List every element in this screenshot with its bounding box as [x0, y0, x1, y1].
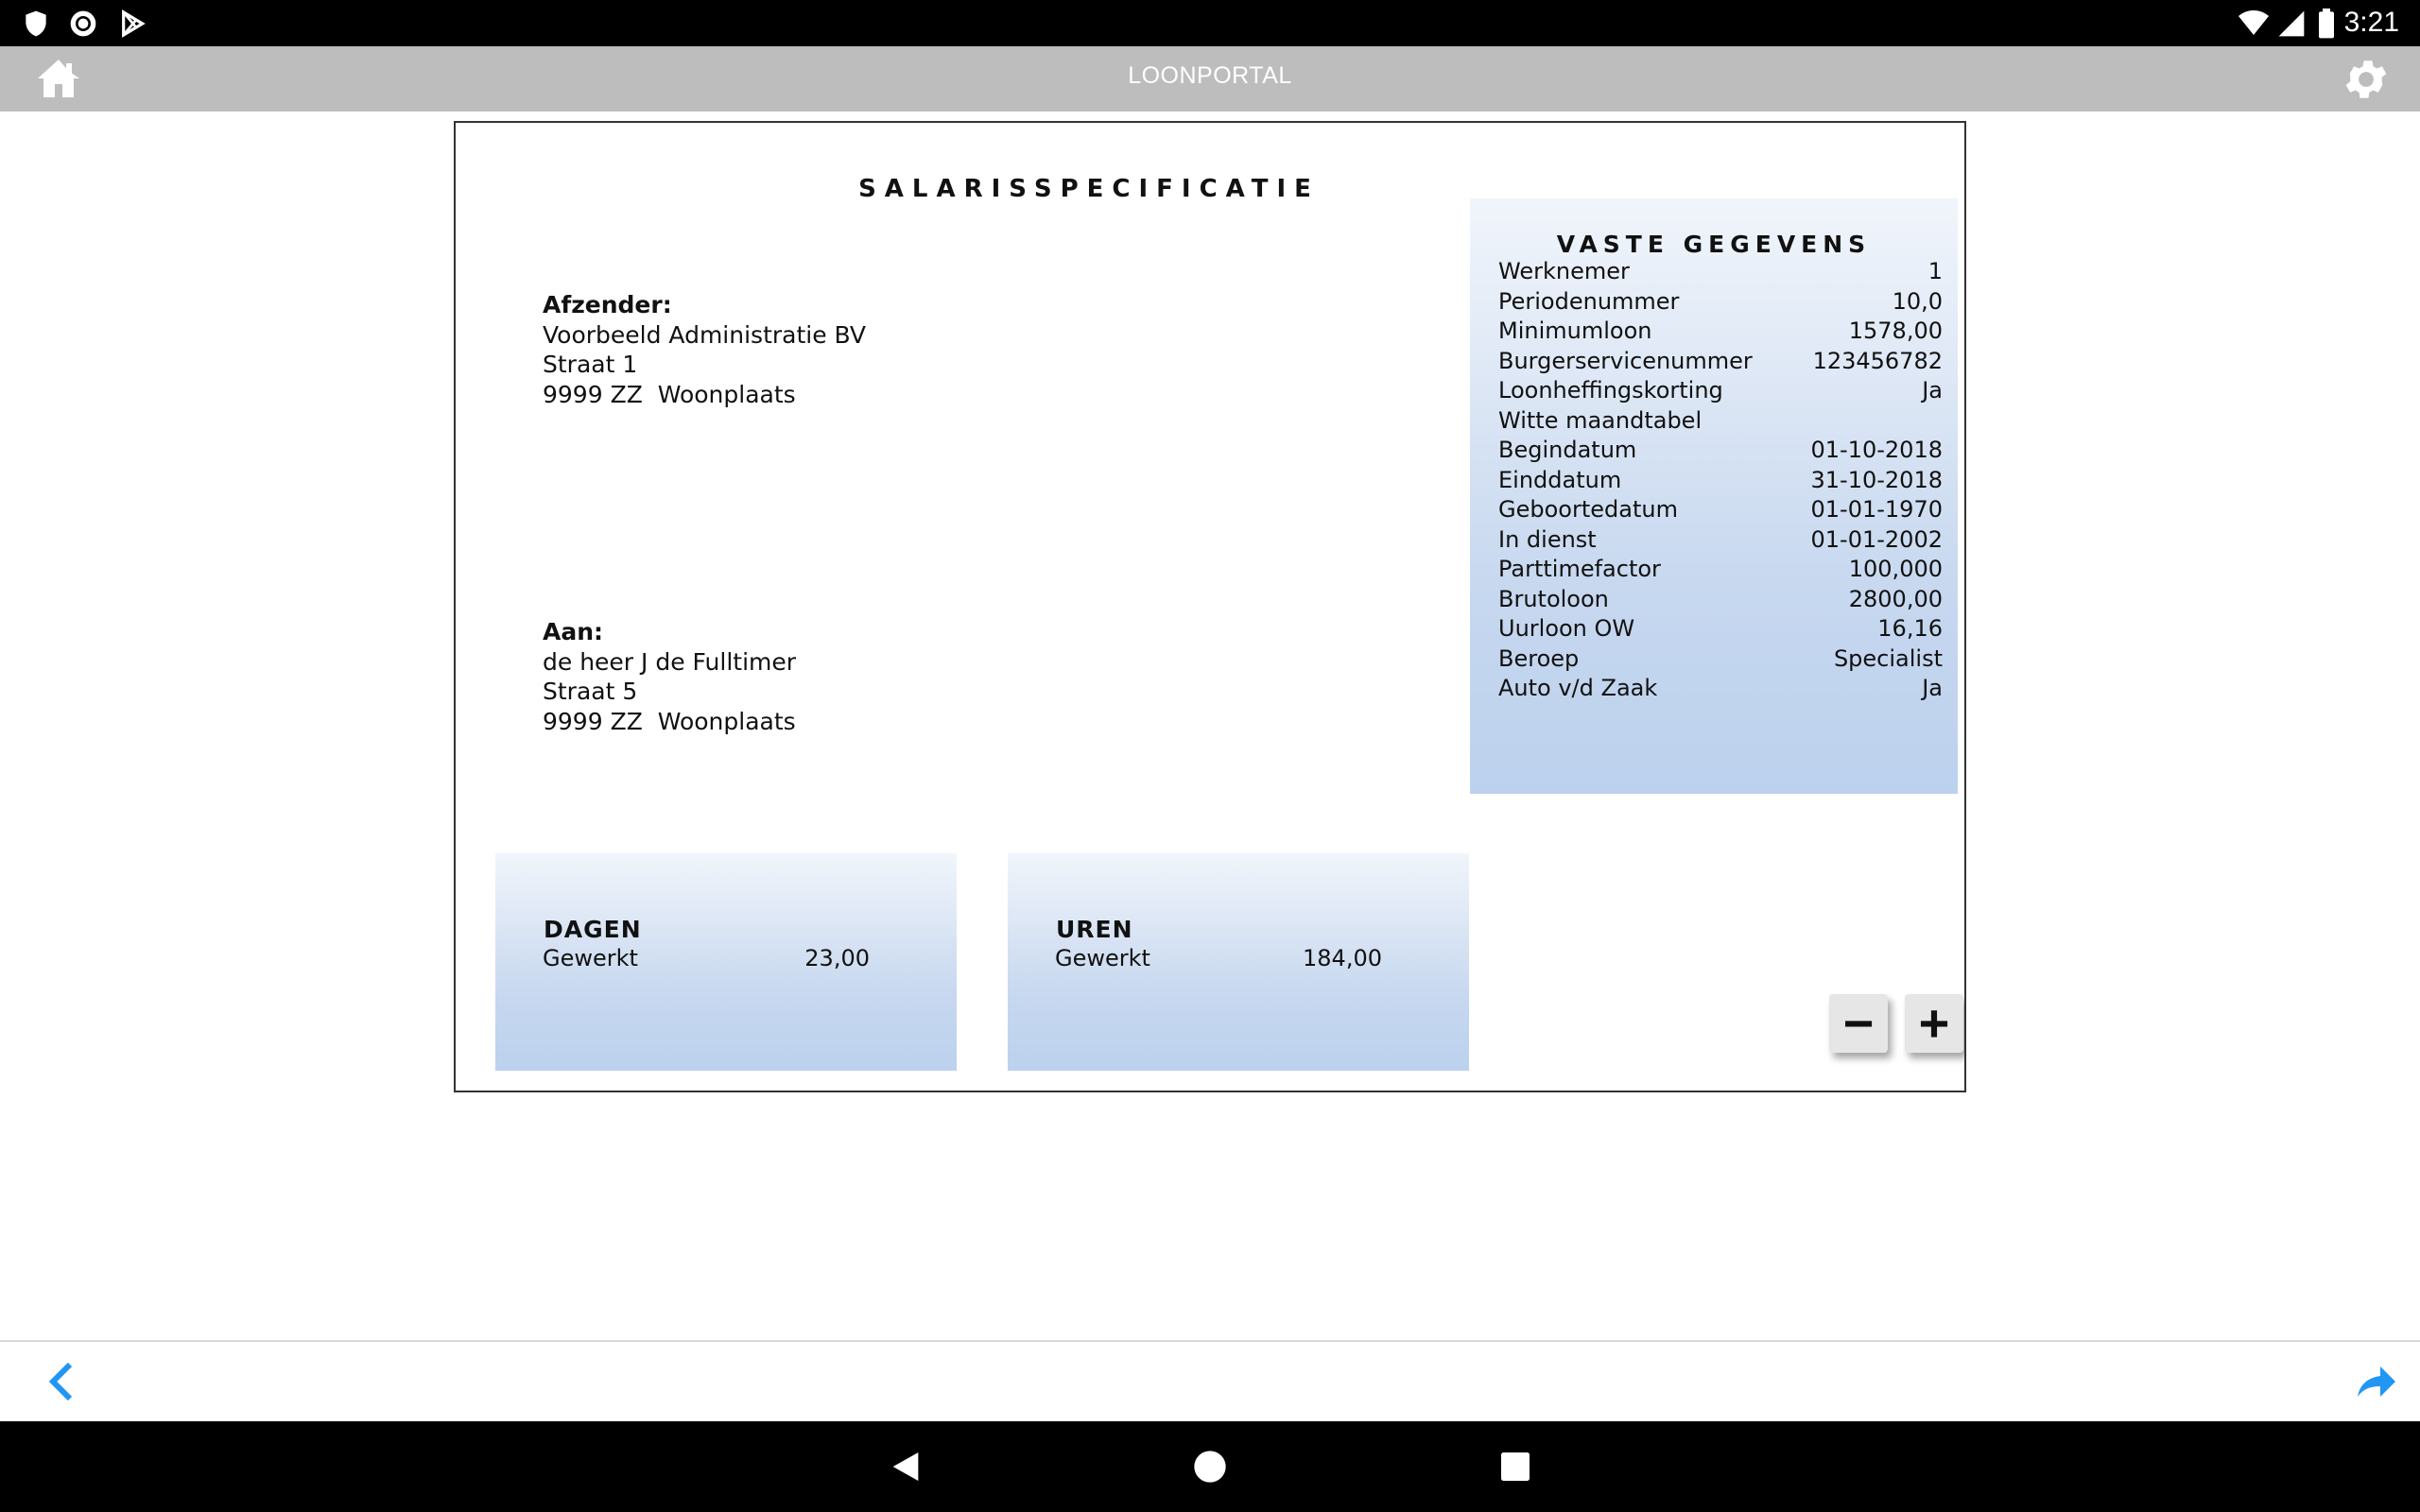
data-row: Witte maandtabel — [1498, 406, 1943, 437]
data-row: In dienst 01-01-2002 — [1498, 525, 1943, 556]
row-value: 31-10-2018 — [1810, 466, 1943, 493]
sender-label: Afzender: — [543, 291, 672, 318]
home-icon[interactable] — [36, 56, 81, 101]
row-label: Uurloon OW — [1498, 615, 1635, 642]
data-row: Brutoloon 2800,00 — [1498, 585, 1943, 615]
row-label: Brutoloon — [1498, 585, 1609, 612]
row-value: Ja — [1922, 377, 1943, 404]
row-value: Specialist — [1833, 644, 1943, 672]
vaste-gegevens-panel: VASTE GEGEVENS Werknemer 1 Periodenummer 1… — [1470, 198, 1958, 794]
status-bar: 3:21 — [0, 0, 2420, 46]
data-row: Periodenummer 10,0 — [1498, 287, 1943, 318]
recipient-line: de heer J de Fulltimer — [543, 647, 797, 676]
row-value: 1 — [1927, 258, 1943, 284]
dagen-label: Gewerkt — [543, 945, 638, 971]
recipient-line: Straat 5 — [543, 678, 638, 705]
data-row: Parttimefactor 100,000 — [1498, 555, 1943, 585]
uren-box: UREN Gewerkt 184,00 — [1008, 853, 1469, 1071]
uren-title: UREN — [1056, 916, 1133, 943]
data-row: Loonheffingskorting Ja — [1498, 376, 1943, 406]
dagen-box: DAGEN Gewerkt 23,00 — [495, 853, 957, 1071]
cellular-signal-icon — [2278, 10, 2305, 37]
sender-line: 9999 ZZ Woonplaats — [543, 380, 796, 408]
dagen-value: 23,00 — [804, 945, 870, 971]
nav-back-icon[interactable] — [887, 1448, 925, 1486]
zoom-out-button[interactable]: − — [1829, 994, 1888, 1053]
row-label: Geboortedatum — [1498, 496, 1678, 523]
row-label: Minimumloon — [1498, 318, 1652, 344]
app-bar: LOONPORTAL — [0, 46, 2420, 112]
system-nav-bar — [0, 1421, 2420, 1512]
wifi-icon — [2238, 10, 2269, 35]
row-label: Begindatum — [1498, 437, 1637, 463]
app-title: LOONPORTAL — [1128, 62, 1292, 89]
vaste-gegevens-rows: Werknemer 1 Periodenummer 10,0 Minimumloon… — [1498, 257, 1943, 704]
row-label: Burgerservicenummer — [1498, 347, 1753, 374]
data-row: Beroep Specialist — [1498, 644, 1943, 675]
dagen-title: DAGEN — [544, 916, 642, 943]
row-value: 100,000 — [1848, 556, 1943, 582]
data-row: Uurloon OW 16,16 — [1498, 614, 1943, 644]
vaste-gegevens-title: VASTE GEGEVENS — [1556, 231, 1872, 258]
data-row: Werknemer 1 — [1498, 257, 1943, 287]
row-label: Periodenummer — [1498, 287, 1680, 315]
zoom-in-button[interactable]: + — [1905, 994, 1963, 1053]
chevron-left-icon[interactable] — [43, 1359, 81, 1404]
uren-label: Gewerkt — [1055, 945, 1150, 971]
status-clock: 3:21 — [2343, 7, 2399, 38]
row-value: 01-01-2002 — [1810, 525, 1943, 553]
data-row: Minimumloon 1578,00 — [1498, 317, 1943, 347]
share-forward-icon[interactable] — [2354, 1359, 2399, 1404]
gear-icon[interactable] — [2341, 54, 2392, 105]
circle-record-icon — [70, 10, 96, 37]
row-label: Parttimefactor — [1498, 556, 1661, 582]
row-value: 2800,00 — [1848, 585, 1943, 612]
row-value: 10,0 — [1892, 287, 1943, 315]
row-label: Loonheffingskorting — [1498, 377, 1723, 404]
row-label: Auto v/d Zaak — [1498, 675, 1658, 701]
row-label: Witte maandtabel — [1498, 406, 1703, 434]
salary-specification-document[interactable]: SALARISSPECIFICATIE Afzender: Voorbeeld … — [454, 121, 1966, 1092]
data-row: Burgerservicenummer 123456782 — [1498, 347, 1943, 377]
recipient-address: Aan: de heer J de Fulltimer Straat 5 999… — [543, 617, 796, 736]
recipient-label: Aan: — [543, 618, 604, 645]
data-row: Auto v/d Zaak Ja — [1498, 674, 1943, 704]
sender-address: Afzender: Voorbeeld Administratie BV Str… — [543, 290, 866, 409]
sender-line: Straat 1 — [543, 351, 638, 378]
sender-line: Voorbeeld Administratie BV — [543, 320, 867, 349]
row-label: Einddatum — [1498, 466, 1622, 493]
bottom-toolbar — [0, 1340, 2420, 1421]
data-row: Einddatum 31-10-2018 — [1498, 466, 1943, 496]
recipient-line: 9999 ZZ Woonplaats — [543, 707, 796, 735]
play-store-icon — [122, 9, 146, 38]
row-label: In dienst — [1498, 525, 1597, 553]
row-label: Werknemer — [1498, 258, 1630, 284]
nav-recents-icon[interactable] — [1496, 1448, 1534, 1486]
nav-home-icon[interactable] — [1191, 1448, 1229, 1486]
shield-icon — [26, 10, 46, 37]
data-row: Geboortedatum 01-01-1970 — [1498, 495, 1943, 525]
row-label: Beroep — [1498, 644, 1580, 672]
row-value: Ja — [1922, 675, 1943, 701]
row-value: 01-10-2018 — [1810, 437, 1943, 463]
row-value: 1578,00 — [1848, 318, 1943, 344]
row-value: 01-01-1970 — [1810, 496, 1943, 523]
row-value: 123456782 — [1812, 347, 1943, 374]
battery-icon — [2319, 9, 2334, 39]
uren-value: 184,00 — [1303, 945, 1382, 971]
data-row: Begindatum 01-10-2018 — [1498, 436, 1943, 466]
row-value: 16,16 — [1877, 615, 1943, 642]
